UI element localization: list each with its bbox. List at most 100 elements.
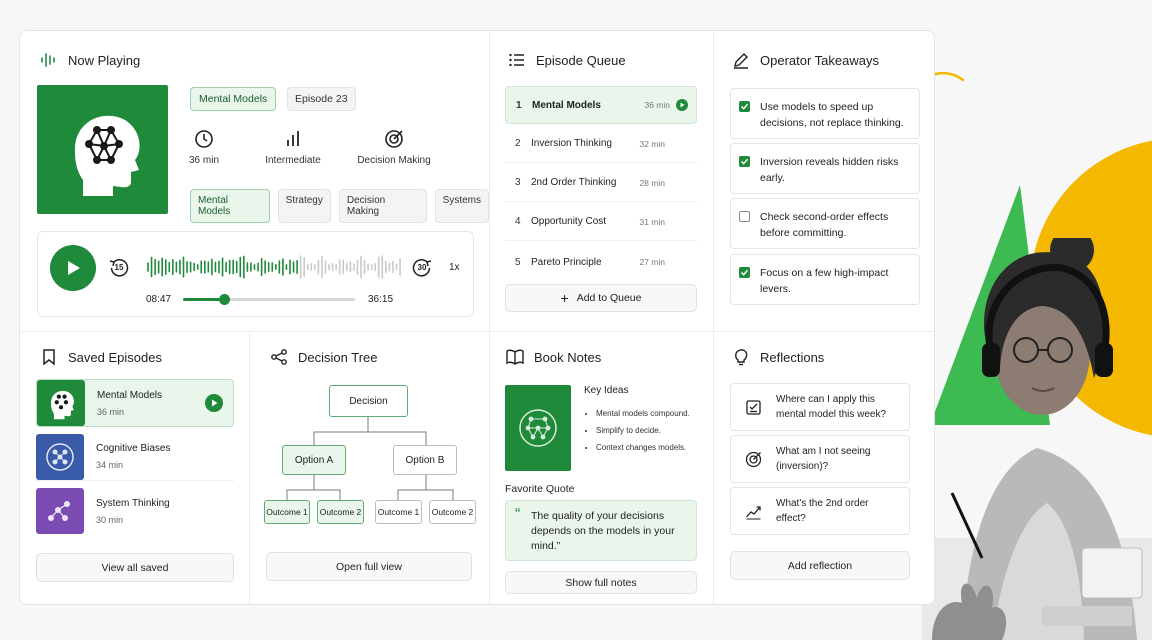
progress-fill bbox=[183, 298, 225, 301]
tag-chip[interactable]: Decision Making bbox=[338, 189, 427, 223]
skip-back-button[interactable]: 15 bbox=[108, 257, 130, 279]
tag-chip[interactable]: Systems bbox=[434, 189, 489, 223]
saved-episode-item[interactable]: System Thinking 30 min bbox=[36, 487, 234, 535]
add-reflection-button[interactable]: Add reflection bbox=[730, 551, 910, 580]
takeaway-item[interactable]: Inversion reveals hidden risks early. bbox=[730, 143, 920, 194]
outcome-node[interactable]: Outcome 2 bbox=[429, 500, 476, 524]
target-icon bbox=[745, 451, 762, 467]
outcome-node[interactable]: Outcome 1 bbox=[375, 500, 422, 524]
episode-queue-title: Episode Queue bbox=[536, 52, 626, 68]
total-time: 36:15 bbox=[368, 294, 394, 305]
skip-back-seconds: 15 bbox=[114, 263, 124, 272]
show-full-notes-button[interactable]: Show full notes bbox=[505, 571, 697, 594]
trend-icon bbox=[746, 505, 761, 519]
favorite-quote-label: Favorite Quote bbox=[505, 483, 575, 495]
takeaways-title: Operator Takeaways bbox=[760, 52, 879, 68]
pencil-icon bbox=[734, 53, 748, 69]
queue-item[interactable]: 4 Opportunity Cost 31 min bbox=[505, 203, 697, 241]
view-all-saved-button[interactable]: View all saved bbox=[36, 553, 234, 582]
episode-chip: Episode 23 bbox=[287, 87, 356, 111]
list-icon bbox=[509, 53, 524, 67]
episode-queue-header: Episode Queue bbox=[508, 51, 626, 69]
takeaway-item[interactable]: Focus on a few high-impact levers. bbox=[730, 254, 920, 305]
option-a-node[interactable]: Option A bbox=[282, 445, 346, 475]
progress-track[interactable] bbox=[183, 294, 355, 305]
checkbox-unchecked[interactable] bbox=[739, 211, 750, 222]
play-button[interactable] bbox=[50, 245, 96, 291]
option-b-node[interactable]: Option B bbox=[393, 445, 457, 475]
saved-episodes-panel: Saved Episodes Mental Models 36 min Cogn… bbox=[20, 332, 250, 604]
reflections-panel: Reflections Where can I apply this menta… bbox=[714, 332, 934, 604]
now-playing-panel: Now Playing Mental Models Episode 23 36 … bbox=[20, 31, 490, 332]
dashboard-card: Now Playing Mental Models Episode 23 36 … bbox=[19, 30, 935, 605]
tag-list: Mental Models Strategy Decision Making S… bbox=[190, 189, 489, 223]
open-full-view-button[interactable]: Open full view bbox=[266, 552, 472, 581]
outcome-node[interactable]: Outcome 2 bbox=[317, 500, 364, 524]
reflection-prompt[interactable]: What's the 2nd order effect? bbox=[730, 487, 910, 535]
checkbox-checked[interactable] bbox=[739, 267, 750, 278]
saved-episode-item[interactable]: Cognitive Biases 34 min bbox=[36, 433, 234, 481]
key-idea-item: Simplify to decide. bbox=[596, 422, 690, 439]
person-with-headphones-illustration bbox=[922, 238, 1152, 640]
check-icon bbox=[740, 269, 749, 276]
duration-label: 36 min bbox=[188, 155, 219, 166]
play-circle-icon[interactable] bbox=[676, 99, 688, 111]
open-book-icon bbox=[506, 349, 524, 365]
book-cover bbox=[505, 385, 571, 471]
takeaway-item[interactable]: Check second-order effects before commit… bbox=[730, 198, 920, 249]
skip-forward-seconds: 30 bbox=[417, 263, 427, 272]
tag-chip[interactable]: Strategy bbox=[277, 189, 331, 223]
waveform-visualizer[interactable] bbox=[146, 252, 406, 282]
episode-thumbnail bbox=[36, 433, 84, 480]
bookmark-icon bbox=[43, 349, 55, 366]
now-playing-header: Now Playing bbox=[40, 51, 140, 69]
takeaways-header: Operator Takeaways bbox=[732, 51, 879, 69]
checkbox-checked[interactable] bbox=[739, 156, 750, 167]
decision-root-node[interactable]: Decision bbox=[329, 385, 408, 417]
episode-thumbnail bbox=[36, 488, 84, 534]
skip-forward-button[interactable]: 30 bbox=[411, 257, 433, 279]
waveform-icon bbox=[41, 53, 55, 67]
reflection-prompt[interactable]: Where can I apply this mental model this… bbox=[730, 383, 910, 431]
reflections-header: Reflections bbox=[732, 348, 824, 366]
level-stat: Intermediate bbox=[260, 129, 326, 166]
play-circle-icon[interactable] bbox=[205, 394, 223, 412]
book-notes-title: Book Notes bbox=[534, 349, 602, 365]
system-graph-icon bbox=[48, 501, 70, 521]
progress-handle[interactable] bbox=[219, 294, 231, 305]
category-chip[interactable]: Mental Models bbox=[190, 87, 277, 111]
queue-item[interactable]: 2 Inversion Thinking 32 min bbox=[505, 125, 697, 163]
tag-chip[interactable]: Mental Models bbox=[190, 189, 270, 223]
book-notes-panel: Book Notes Key Ideas Mental models compo… bbox=[490, 332, 714, 604]
target-icon bbox=[385, 130, 403, 148]
reflection-prompt[interactable]: What am I not seeing (inversion)? bbox=[730, 435, 910, 483]
favorite-quote-box: “ The quality of your decisions depends … bbox=[505, 500, 697, 561]
now-playing-title: Now Playing bbox=[68, 52, 141, 68]
key-idea-item: Context changes models. bbox=[596, 439, 690, 456]
network-icon bbox=[519, 409, 557, 447]
queue-item[interactable]: 1 Mental Models 36 min bbox=[505, 86, 697, 124]
add-to-queue-button[interactable]: + Add to Queue bbox=[505, 284, 697, 312]
saved-episode-item[interactable]: Mental Models 36 min bbox=[36, 379, 234, 427]
lightbulb-icon bbox=[735, 349, 748, 366]
key-idea-item: Mental models compound. bbox=[596, 405, 690, 422]
check-icon bbox=[740, 103, 749, 110]
outcome-node[interactable]: Outcome 1 bbox=[264, 500, 310, 524]
takeaway-item[interactable]: Use models to speed up decisions, not re… bbox=[730, 88, 920, 139]
reflections-title: Reflections bbox=[760, 349, 825, 365]
saved-episodes-header: Saved Episodes bbox=[40, 348, 162, 366]
queue-item[interactable]: 3 2nd Order Thinking 28 min bbox=[505, 164, 697, 202]
takeaways-panel: Operator Takeaways Use models to speed u… bbox=[714, 31, 934, 332]
clock-icon bbox=[195, 130, 213, 148]
decision-tree-panel: Decision Tree Decision Option A Option B… bbox=[250, 332, 490, 604]
book-notes-header: Book Notes bbox=[506, 348, 601, 366]
episode-thumbnail bbox=[37, 380, 85, 426]
plus-icon: + bbox=[560, 290, 569, 306]
topic-label: Decision Making bbox=[357, 155, 431, 166]
duration-stat: 36 min bbox=[184, 129, 224, 166]
playback-speed-button[interactable]: 1x bbox=[449, 262, 460, 273]
saved-episodes-title: Saved Episodes bbox=[68, 349, 162, 365]
play-icon bbox=[68, 261, 80, 275]
queue-item[interactable]: 5 Pareto Principle 27 min bbox=[505, 243, 697, 281]
checkbox-checked[interactable] bbox=[739, 101, 750, 112]
